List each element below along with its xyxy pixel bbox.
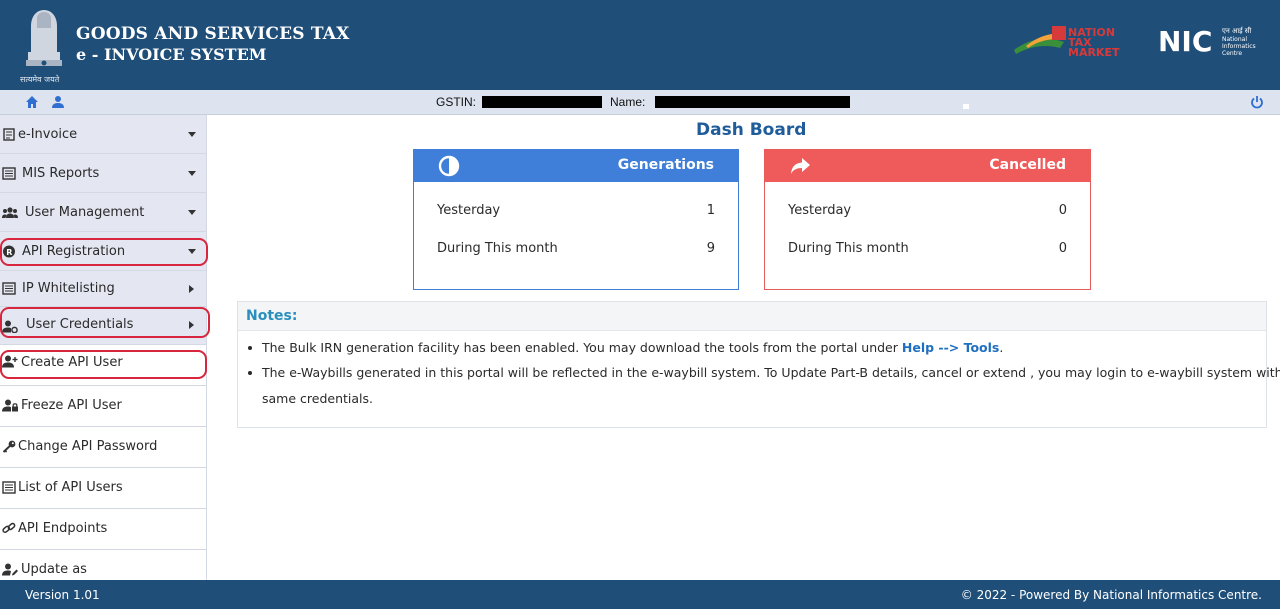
list-icon bbox=[2, 282, 16, 295]
sidebar-item-label: IP Whitelisting bbox=[22, 281, 115, 296]
user-icon[interactable] bbox=[51, 95, 65, 109]
svg-text:Informatics: Informatics bbox=[1222, 43, 1256, 50]
chevron-right-icon bbox=[189, 285, 194, 293]
user-plus-icon bbox=[2, 355, 18, 368]
card-title: Cancelled bbox=[989, 157, 1066, 173]
chevron-down-icon bbox=[188, 249, 196, 254]
sidebar-item-label: Change API Password bbox=[18, 439, 158, 454]
app-subtitle: e - INVOICE SYSTEM bbox=[76, 45, 267, 64]
card-title: Generations bbox=[617, 157, 714, 173]
half-circle-icon bbox=[438, 155, 460, 177]
share-arrow-icon bbox=[791, 158, 810, 174]
help-tools-link[interactable]: Help --> Tools bbox=[902, 340, 1000, 355]
sidebar-item-label: User Management bbox=[25, 205, 145, 220]
sidebar-item-user-management[interactable]: User Management bbox=[0, 193, 206, 232]
invoice-icon bbox=[3, 128, 15, 141]
sidebar: e-Invoice MIS Reports User Management R … bbox=[0, 115, 207, 580]
chevron-down-icon bbox=[188, 132, 196, 137]
note-item: The Bulk IRN generation facility has bee… bbox=[262, 340, 1003, 355]
note-item: The e-Waybills generated in this portal … bbox=[262, 365, 1280, 380]
header: सत्यमेव जयते GOODS AND SERVICES TAX e - … bbox=[0, 0, 1280, 90]
svg-text:NIC: NIC bbox=[1158, 25, 1212, 56]
row-label: Yesterday bbox=[788, 203, 852, 218]
gstin-label: GSTIN: bbox=[436, 95, 477, 109]
app-title: GOODS AND SERVICES TAX bbox=[76, 24, 350, 44]
gstin-redacted bbox=[482, 96, 602, 108]
list-icon bbox=[2, 481, 16, 494]
row-value: 9 bbox=[706, 241, 715, 256]
stray-mark bbox=[963, 104, 969, 109]
sidebar-item-api-registration[interactable]: R API Registration bbox=[0, 232, 206, 271]
name-redacted bbox=[655, 96, 850, 108]
footer: Version 1.01 © 2022 - Powered By Nationa… bbox=[0, 580, 1280, 609]
sidebar-item-e-invoice[interactable]: e-Invoice bbox=[0, 115, 206, 154]
note-item-continued: same credentials. bbox=[262, 391, 373, 406]
nation-tax-market-logo: NATION TAX MARKET bbox=[1014, 26, 1120, 58]
sidebar-item-user-credentials[interactable]: User Credentials bbox=[0, 307, 206, 345]
sidebar-item-create-api-user[interactable]: Create API User bbox=[0, 345, 206, 386]
sidebar-item-ip-whitelisting[interactable]: IP Whitelisting bbox=[0, 271, 206, 307]
home-icon[interactable] bbox=[25, 95, 39, 109]
svg-text:National: National bbox=[1222, 36, 1247, 43]
note-end: . bbox=[999, 340, 1004, 355]
sidebar-item-list-of-api-users[interactable]: List of API Users bbox=[0, 468, 206, 509]
sidebar-item-label: MIS Reports bbox=[22, 166, 100, 181]
chevron-right-icon bbox=[189, 321, 194, 329]
chevron-down-icon bbox=[188, 171, 196, 176]
user-lock-icon bbox=[2, 399, 18, 412]
note-text: The Bulk IRN generation facility has bee… bbox=[262, 340, 898, 355]
power-icon[interactable] bbox=[1250, 95, 1264, 109]
card-header: Generations bbox=[414, 150, 738, 182]
row-label: During This month bbox=[788, 241, 909, 256]
svg-text:R: R bbox=[6, 248, 12, 257]
sidebar-item-label: Update as bbox=[21, 562, 87, 577]
sidebar-item-label: List of API Users bbox=[18, 480, 123, 495]
sidebar-item-label: API Endpoints bbox=[18, 521, 108, 536]
page-title: Dash Board bbox=[696, 120, 807, 140]
sidebar-item-mis-reports[interactable]: MIS Reports bbox=[0, 154, 206, 193]
link-icon bbox=[2, 522, 16, 534]
user-edit-icon bbox=[2, 563, 18, 576]
card-header: Cancelled bbox=[765, 150, 1090, 182]
copyright-text: © 2022 - Powered By National Informatics… bbox=[960, 588, 1262, 602]
info-bar: GSTIN: Name: bbox=[0, 90, 1280, 115]
sidebar-item-change-api-password[interactable]: Change API Password bbox=[0, 427, 206, 468]
cancelled-card: Cancelled Yesterday 0 During This month … bbox=[764, 149, 1091, 290]
row-label: Yesterday bbox=[437, 203, 501, 218]
row-value: 0 bbox=[1058, 203, 1067, 218]
sidebar-item-label: Create API User bbox=[21, 355, 123, 370]
nic-logo: NIC एन आई सी National Informatics Centre bbox=[1158, 25, 1256, 56]
chevron-down-icon bbox=[188, 210, 196, 215]
sidebar-item-label: Freeze API User bbox=[21, 398, 122, 413]
sidebar-item-label: User Credentials bbox=[26, 317, 134, 332]
row-value: 0 bbox=[1058, 241, 1067, 256]
svg-text:MARKET: MARKET bbox=[1068, 46, 1120, 58]
row-label: During This month bbox=[437, 241, 558, 256]
name-label: Name: bbox=[610, 95, 646, 109]
sidebar-item-freeze-api-user[interactable]: Freeze API User bbox=[0, 386, 206, 427]
users-icon bbox=[2, 207, 18, 218]
user-cog-icon bbox=[2, 320, 18, 333]
sidebar-item-label: e-Invoice bbox=[18, 127, 78, 142]
notes-title: Notes: bbox=[246, 308, 298, 324]
svg-text:एन आई सी: एन आई सी bbox=[1222, 26, 1252, 35]
registered-icon: R bbox=[3, 245, 15, 258]
sidebar-item-label: API Registration bbox=[22, 244, 126, 259]
notes-panel: Notes: The Bulk IRN generation facility … bbox=[237, 301, 1280, 428]
sidebar-item-api-endpoints[interactable]: API Endpoints bbox=[0, 509, 206, 550]
version-text: Version 1.01 bbox=[25, 588, 100, 602]
key-icon bbox=[2, 440, 16, 453]
notes-header: Notes: bbox=[238, 302, 1266, 331]
sidebar-item-update-as[interactable]: Update as bbox=[0, 550, 206, 580]
svg-text:Centre: Centre bbox=[1222, 50, 1242, 56]
row-value: 1 bbox=[706, 203, 715, 218]
emblem-motto: सत्यमेव जयते bbox=[20, 75, 60, 84]
generations-card: Generations Yesterday 1 During This mont… bbox=[413, 149, 739, 290]
list-icon bbox=[2, 167, 16, 180]
bullet bbox=[248, 346, 252, 350]
bullet bbox=[248, 371, 252, 375]
